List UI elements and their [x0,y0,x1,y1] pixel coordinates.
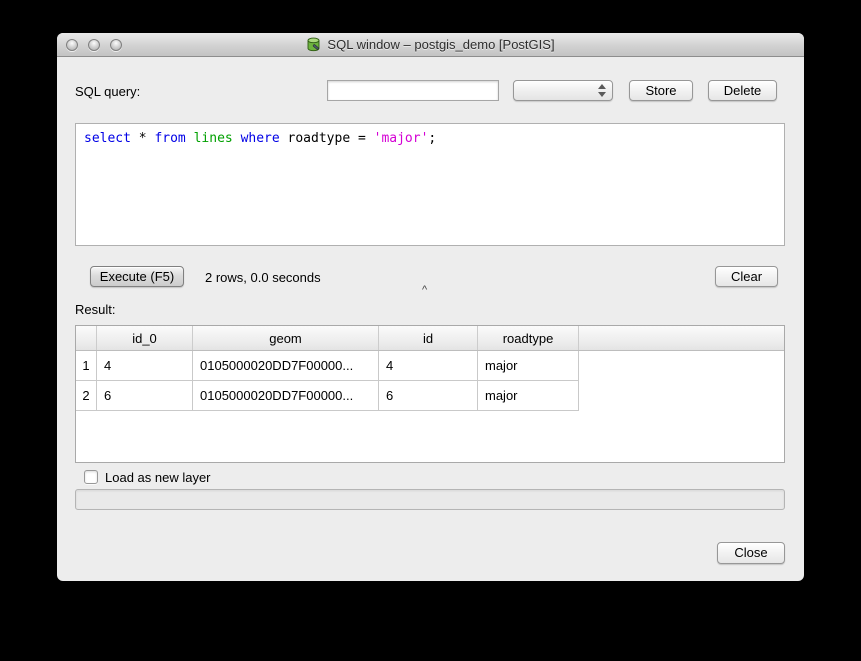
sql-token-keyword: where [241,131,280,146]
column-header-id[interactable]: id [379,326,478,350]
sql-editor[interactable]: select * from lines where roadtype = 'ma… [75,123,785,246]
result-label: Result: [75,302,115,317]
column-header-geom[interactable]: geom [193,326,379,350]
stored-query-select[interactable] [513,80,613,101]
window-title: SQL window – postgis_demo [PostGIS] [327,37,554,52]
table-row[interactable]: 2 6 0105000020DD7F00000... 6 major [76,381,784,411]
column-header-filler [579,326,784,350]
load-as-new-layer-label: Load as new layer [105,470,211,485]
query-name-input[interactable] [327,80,499,101]
sql-token-string: 'major' [374,131,429,146]
cell-geom[interactable]: 0105000020DD7F00000... [193,351,379,381]
cell-roadtype[interactable]: major [478,351,579,381]
sql-code-line: select * from lines where roadtype = 'ma… [84,131,776,147]
result-table: id_0 geom id roadtype 1 4 0105000020DD7F… [75,325,785,463]
cell-id[interactable]: 6 [379,381,478,411]
corner-header [76,326,97,350]
cell-id_0[interactable]: 4 [97,351,193,381]
sql-token: * [131,131,154,146]
status-text: 2 rows, 0.0 seconds [205,270,321,285]
load-as-new-layer-checkbox[interactable] [84,470,98,484]
title-bar[interactable]: SQL window – postgis_demo [PostGIS] [57,33,804,57]
cursor-artifact: ^ [422,285,427,295]
table-row[interactable]: 1 4 0105000020DD7F00000... 4 major [76,351,784,381]
window-icon [306,37,321,52]
row-number-cell: 2 [76,381,97,411]
store-button[interactable]: Store [629,80,693,101]
execute-button[interactable]: Execute (F5) [90,266,184,287]
delete-button[interactable]: Delete [708,80,777,101]
sql-token: roadtype = [280,131,374,146]
sql-token-keyword: from [154,131,185,146]
screenshot-stage: SQL window – postgis_demo [PostGIS] SQL … [0,0,861,661]
zoom-window-button[interactable] [110,39,122,51]
close-button[interactable]: Close [717,542,785,564]
cell-id[interactable]: 4 [379,351,478,381]
clear-button[interactable]: Clear [715,266,778,287]
combo-arrows-icon [598,84,606,97]
cell-roadtype[interactable]: major [478,381,579,411]
title-group: SQL window – postgis_demo [PostGIS] [306,37,554,52]
traffic-lights [66,39,122,51]
minimize-window-button[interactable] [88,39,100,51]
sql-window: SQL window – postgis_demo [PostGIS] SQL … [57,33,804,581]
column-header-roadtype[interactable]: roadtype [478,326,579,350]
sql-token [186,131,194,146]
row-number-cell: 1 [76,351,97,381]
sql-query-label: SQL query: [75,84,140,99]
column-header-id_0[interactable]: id_0 [97,326,193,350]
cell-id_0[interactable]: 6 [97,381,193,411]
new-layer-name-input [75,489,785,510]
close-window-button[interactable] [66,39,78,51]
sql-token-table: lines [194,131,233,146]
table-header-row: id_0 geom id roadtype [76,326,784,351]
sql-token [233,131,241,146]
cell-geom[interactable]: 0105000020DD7F00000... [193,381,379,411]
sql-token-keyword: select [84,131,131,146]
sql-token: ; [428,131,436,146]
